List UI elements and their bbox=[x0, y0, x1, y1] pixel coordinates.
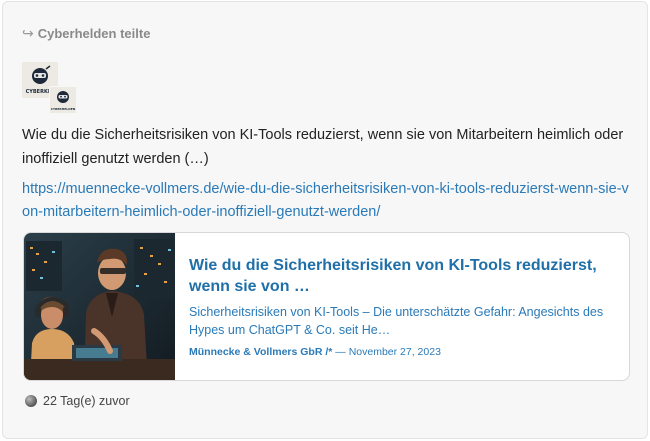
avatar-group[interactable]: CYBERKEL CYBERHELDEN bbox=[22, 62, 78, 114]
preview-description: Sicherheitsrisiken von KI-Tools – Die un… bbox=[189, 305, 604, 337]
preview-date-separator: — bbox=[332, 346, 349, 358]
preview-title[interactable]: Wie du die Sicherheitsrisiken von KI-Too… bbox=[189, 255, 614, 297]
preview-thumbnail-image[interactable] bbox=[24, 233, 175, 381]
preview-date: November 27, 2023 bbox=[348, 346, 441, 358]
post-text: Wie du die Sicherheitsrisiken von KI-Too… bbox=[22, 127, 624, 167]
preview-meta: Münnecke & Vollmers GbR /* — November 27… bbox=[189, 346, 441, 358]
svg-text:CYBERHELDEN: CYBERHELDEN bbox=[51, 107, 76, 111]
share-indicator[interactable]: ↪ Cyberhelden teilte bbox=[22, 25, 150, 42]
post-card: ↪ Cyberhelden teilte CYBERKEL CYBERHELDE… bbox=[2, 1, 648, 439]
post-footer: 22 Tag(e) zuvor bbox=[25, 394, 130, 408]
link-preview-card[interactable]: Wie du die Sicherheitsrisiken von KI-Too… bbox=[23, 232, 630, 381]
post-link[interactable]: https://muennecke-vollmers.de/wie-du-die… bbox=[22, 178, 632, 224]
share-arrow-icon: ↪ bbox=[22, 25, 34, 41]
post-timestamp[interactable]: 22 Tag(e) zuvor bbox=[43, 394, 130, 408]
preview-author: Münnecke & Vollmers GbR /* bbox=[189, 346, 333, 358]
cyberhelden-logo-icon: CYBERHELDEN bbox=[50, 87, 76, 113]
globe-icon bbox=[25, 395, 37, 407]
share-label: Cyberhelden teilte bbox=[37, 26, 151, 41]
avatar-secondary[interactable]: CYBERHELDEN bbox=[49, 86, 77, 114]
